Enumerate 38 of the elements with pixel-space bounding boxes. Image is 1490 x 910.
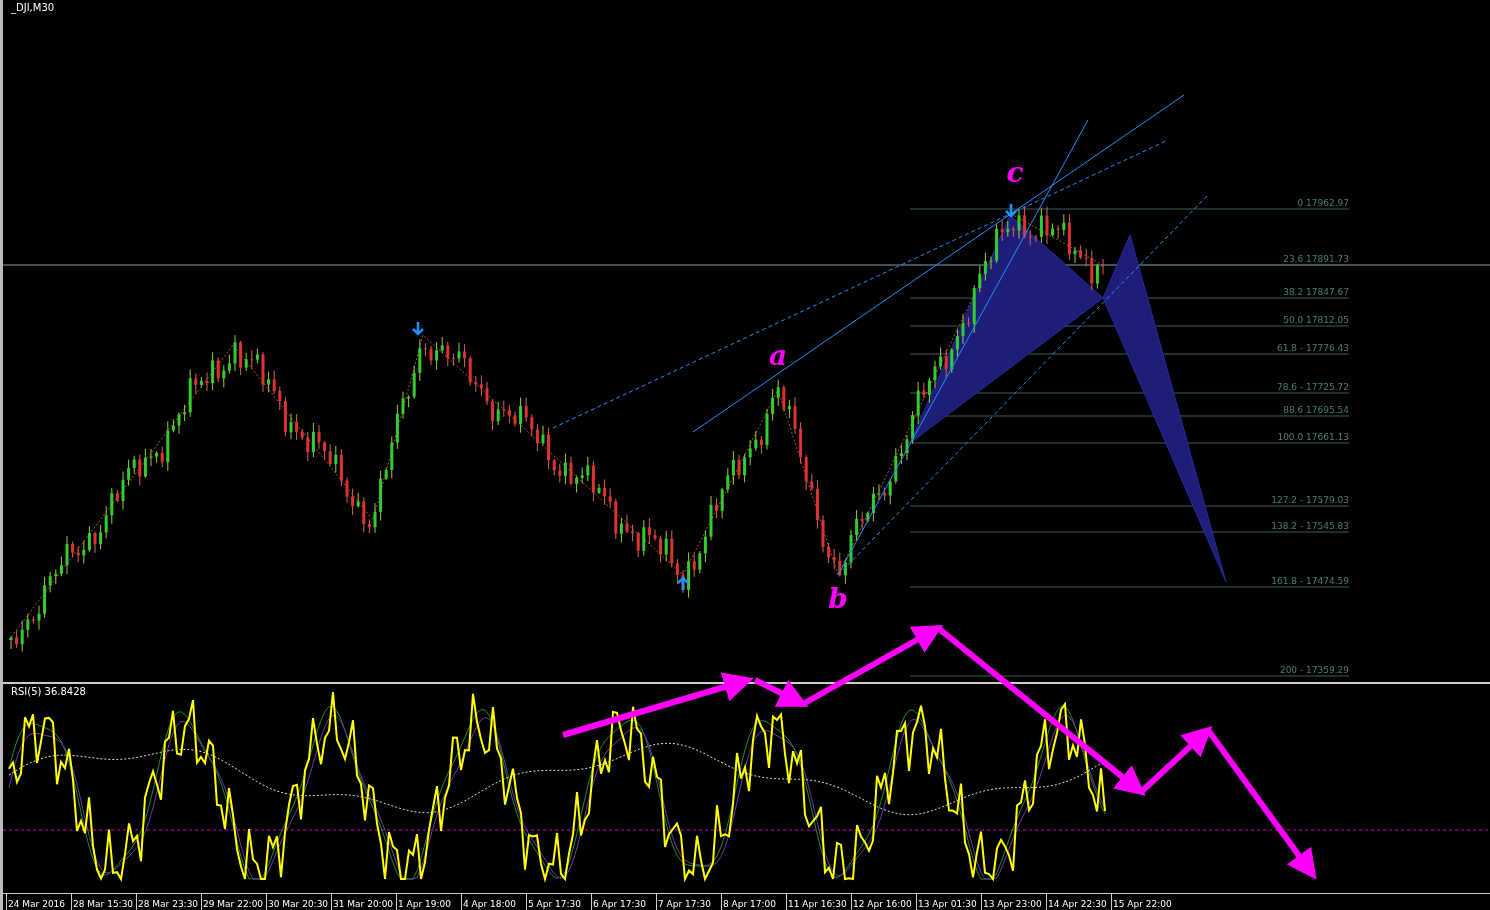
time-label: 12 Apr 16:00 (852, 898, 912, 910)
time-label: 4 Apr 18:00 (462, 898, 516, 910)
arrow-icon (411, 320, 425, 336)
fib-level-label: 100.0 17661.13 (1277, 432, 1349, 442)
fib-level-label: 0 17962.97 (1297, 198, 1349, 208)
time-label: 15 Apr 22:00 (1112, 898, 1172, 910)
fib-level-label: 23.6 17891.73 (1283, 254, 1349, 264)
fib-level-label: 50.0 17812.05 (1283, 315, 1349, 325)
time-label: 8 Apr 17:00 (722, 898, 776, 910)
time-label: 11 Apr 16:30 (787, 898, 847, 910)
fib-level-label: 61.8 - 17776.43 (1277, 343, 1349, 353)
time-label: 5 Apr 17:30 (527, 898, 581, 910)
time-label: 13 Apr 23:00 (982, 898, 1042, 910)
time-label: 6 Apr 17:30 (592, 898, 646, 910)
wave-label: b (828, 582, 848, 615)
time-label: 1 Apr 19:00 (397, 898, 451, 910)
time-label: 28 Mar 23:30 (137, 898, 199, 910)
time-label: 30 Mar 20:30 (267, 898, 329, 910)
rsi-label: RSI(5) 36.8428 (11, 686, 86, 697)
fib-level-label: 200 - 17359.29 (1279, 665, 1349, 675)
time-label: 14 Apr 22:30 (1047, 898, 1107, 910)
fib-level-label: 161.8 - 17474.59 (1271, 576, 1349, 586)
symbol-label: _DJI,M30 (11, 2, 55, 13)
time-label: 29 Mar 22:00 (202, 898, 264, 910)
time-label: 31 Mar 20:00 (332, 898, 394, 910)
fib-level-label: 138.2 - 17545.83 (1271, 521, 1349, 531)
time-label: 7 Apr 17:30 (657, 898, 711, 910)
fib-level-label: 88.6 17695.54 (1283, 405, 1349, 415)
time-label: 24 Mar 2016 (7, 898, 66, 910)
time-label: 13 Apr 01:30 (917, 898, 977, 910)
wave-label: a (768, 339, 788, 372)
wave-label: c (1006, 156, 1024, 189)
arrow-icon (676, 576, 690, 592)
time-label: 28 Mar 15:30 (72, 898, 134, 910)
fib-level-label: 38.2 17847.67 (1283, 287, 1349, 297)
fib-level-label: 78.6 - 17725.72 (1277, 382, 1349, 392)
arrow-icon (1004, 202, 1018, 218)
fib-level-label: 127.2 - 17579.03 (1271, 495, 1349, 505)
